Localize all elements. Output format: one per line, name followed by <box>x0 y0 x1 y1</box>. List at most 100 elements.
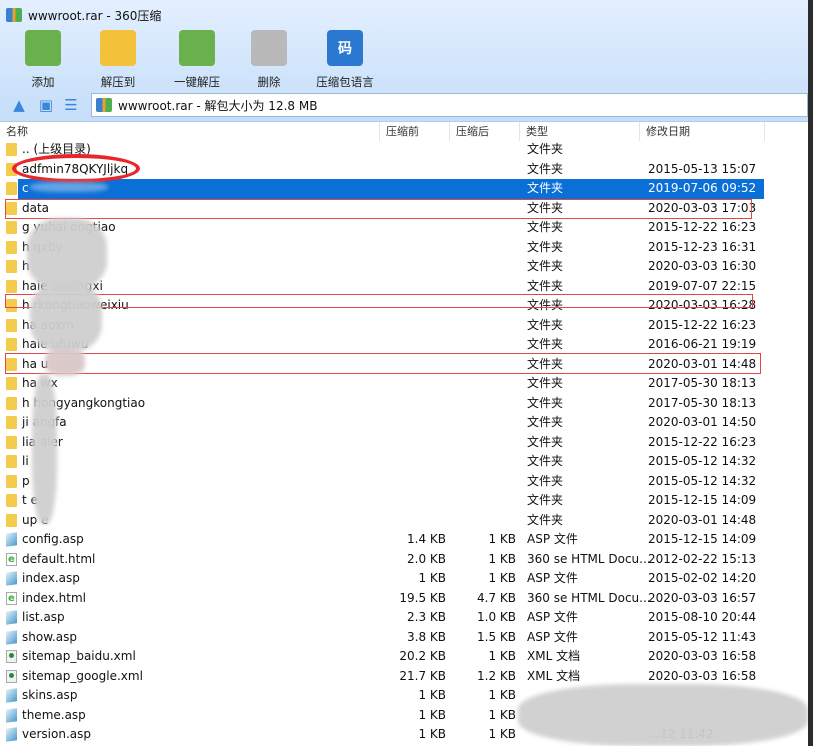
column-size[interactable]: 压缩前 <box>380 122 450 141</box>
folder-icon <box>6 182 17 195</box>
packed-size: 1 KB <box>488 571 516 585</box>
packed-size: 1 KB <box>488 551 516 566</box>
file-size: 1 KB <box>418 727 446 741</box>
window-chrome: wwwroot.rar - 360压缩 添加 解压到 一键解压 删除 码压缩包语言 ▲ … <box>0 0 808 121</box>
file-row[interactable]: t e 文件夹 2015-12-15 14:09 <box>0 491 808 511</box>
modified-date: 2015-12-22 16:23 <box>648 220 757 234</box>
redaction-blur <box>32 374 57 524</box>
toolbar-button-1[interactable]: 解压到 <box>78 30 158 90</box>
address-bar[interactable]: wwwroot.rar - 解包大小为 12.8 MB <box>91 93 808 117</box>
large-icon-view-icon[interactable]: ▣ <box>36 96 56 114</box>
redaction-blur <box>27 218 107 290</box>
toolbar-label: 解压到 <box>100 75 136 89</box>
file-size: 1 KB <box>418 571 446 585</box>
file-type: 文件夹 <box>527 434 564 449</box>
file-row[interactable]: data 文件夹 2020-03-03 17:03 <box>0 199 808 219</box>
redaction-blur <box>30 182 108 192</box>
column-type[interactable]: 类型 <box>520 122 640 141</box>
file-row[interactable]: ha wx 文件夹 2017-05-30 18:13 <box>0 374 808 394</box>
annotation-ellipse <box>12 154 140 183</box>
toolbar-button-3[interactable]: 删除 <box>229 30 309 90</box>
folder-icon <box>6 318 17 332</box>
folder-icon <box>6 377 17 390</box>
modified-date: 2016-06-21 19:19 <box>648 337 757 351</box>
modified-date: 2015-05-12 11:43 <box>648 629 757 644</box>
file-type: 文件夹 <box>527 512 564 527</box>
folder-icon <box>6 260 17 273</box>
toolbar-button-0[interactable]: 添加 <box>3 30 83 90</box>
file-row[interactable]: li 文件夹 2015-05-12 14:32 <box>0 452 808 472</box>
file-row[interactable]: up e 文件夹 2020-03-01 14:48 <box>0 511 808 531</box>
file-row[interactable]: h 文件夹 2020-03-03 16:30 <box>0 257 808 277</box>
up-arrow-icon[interactable]: ▲ <box>9 96 29 114</box>
file-row[interactable]: ji angfa 文件夹 2020-03-01 14:50 <box>0 413 808 433</box>
file-name: default.html <box>22 551 96 566</box>
file-type: 文件夹 <box>527 161 564 176</box>
toolbar-button-4[interactable]: 码压缩包语言 <box>305 30 385 90</box>
archive-window: wwwroot.rar - 360压缩 添加 解压到 一键解压 删除 码压缩包语言 ▲ … <box>0 0 808 746</box>
file-row[interactable]: h hongyangkongtiao 文件夹 2017-05-30 18:13 <box>0 394 808 414</box>
folder-icon <box>6 396 17 410</box>
column-name[interactable]: 名称 <box>0 122 380 141</box>
toolbar-label: 添加 <box>31 75 55 89</box>
file-row[interactable]: config.asp 1.4 KB 1 KB ASP 文件 2015-12-15… <box>0 530 808 550</box>
file-row[interactable]: c 文件夹 2019-07-06 09:52 <box>0 179 808 199</box>
modified-date: 2020-03-03 16:28 <box>648 298 757 312</box>
file-row[interactable]: ha aoxm 文件夹 2015-12-22 16:23 <box>0 316 808 336</box>
file-name: theme.asp <box>22 707 86 722</box>
file-row[interactable]: haie ufuwu 文件夹 2016-06-21 19:19 <box>0 335 808 355</box>
file-row[interactable]: h qxby 文件夹 2015-12-23 16:31 <box>0 238 808 258</box>
packed-size: 1.2 KB <box>477 668 516 683</box>
file-row[interactable]: show.asp 3.8 KB 1.5 KB ASP 文件 2015-05-12… <box>0 628 808 648</box>
toolbar-button-2[interactable]: 一键解压 <box>157 30 237 90</box>
file-type: 文件夹 <box>527 142 564 156</box>
folder-icon <box>6 279 17 293</box>
file-name: config.asp <box>22 532 84 546</box>
file-row[interactable]: default.html 2.0 KB 1 KB 360 se HTML Doc… <box>0 550 808 569</box>
redaction-blur <box>518 684 808 746</box>
language-code-icon: 码 <box>327 30 363 66</box>
file-name: index.asp <box>22 571 80 585</box>
file-row[interactable]: p 文件夹 2015-05-12 14:32 <box>0 472 808 492</box>
modified-date: 2012-02-22 15:13 <box>648 551 757 566</box>
file-row[interactable]: g yuhai ongtiao 文件夹 2015-12-22 16:23 <box>0 218 808 238</box>
file-type: 文件夹 <box>527 356 564 371</box>
column-date[interactable]: 修改日期 <box>640 122 765 141</box>
address-text: wwwroot.rar - 解包大小为 12.8 MB <box>118 98 318 113</box>
file-row[interactable]: index.asp 1 KB 1 KB ASP 文件 2015-02-02 14… <box>0 569 808 589</box>
file-name: li <box>22 454 29 468</box>
column-packed[interactable]: 压缩后 <box>450 122 520 141</box>
packed-size: 1 KB <box>488 707 516 722</box>
file-type: 文件夹 <box>527 493 564 507</box>
folder-icon <box>6 338 17 351</box>
modified-date: 2017-05-30 18:13 <box>648 395 757 410</box>
folder-icon <box>6 513 17 527</box>
folder-icon <box>6 455 17 468</box>
modified-date: 2020-03-01 14:48 <box>648 512 757 527</box>
file-size: 19.5 KB <box>399 590 446 605</box>
packed-size: 1 KB <box>488 727 516 741</box>
file-row[interactable]: haie aoqingxi 文件夹 2019-07-07 22:15 <box>0 277 808 297</box>
asp-icon <box>6 688 17 703</box>
file-size: 2.3 KB <box>407 610 446 624</box>
archive-icon <box>96 98 112 112</box>
file-type: 文件夹 <box>527 317 564 332</box>
file-row[interactable]: sitemap_baidu.xml 20.2 KB 1 KB XML 文档 20… <box>0 647 808 667</box>
add-archive-icon <box>25 30 61 66</box>
asp-icon <box>6 571 17 586</box>
file-row[interactable]: .. (上级目录) 文件夹 <box>0 140 808 160</box>
file-type: 文件夹 <box>527 278 564 293</box>
file-row[interactable]: lia aier 文件夹 2015-12-22 16:23 <box>0 433 808 453</box>
file-type: 文件夹 <box>527 220 564 234</box>
packed-size: 1 KB <box>488 532 516 546</box>
file-row[interactable]: h rkongtiaoweixiu 文件夹 2020-03-03 16:28 <box>0 296 808 316</box>
file-type: 文件夹 <box>527 200 564 215</box>
file-type: ASP 文件 <box>527 629 578 644</box>
app-icon <box>6 8 22 22</box>
file-row[interactable]: ha u 文件夹 2020-03-01 14:48 <box>0 355 808 375</box>
list-view-icon[interactable]: ☰ <box>61 96 81 114</box>
file-row[interactable]: list.asp 2.3 KB 1.0 KB ASP 文件 2015-08-10… <box>0 608 808 628</box>
file-row[interactable]: index.html 19.5 KB 4.7 KB 360 se HTML Do… <box>0 589 808 608</box>
file-name: index.html <box>22 590 86 605</box>
modified-date: 2020-03-03 16:30 <box>648 259 757 273</box>
